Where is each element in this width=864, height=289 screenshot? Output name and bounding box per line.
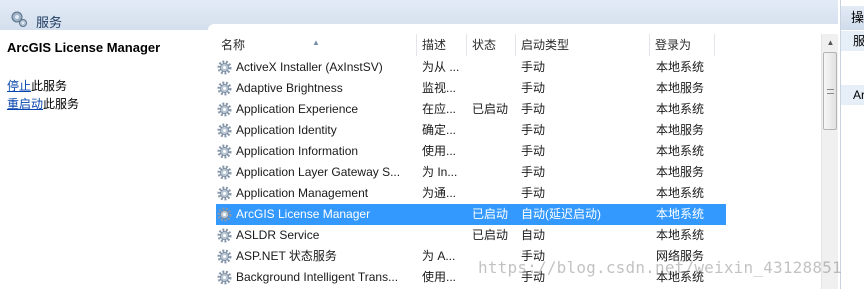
left-description-pane <box>0 30 208 289</box>
service-status-cell: 已启动 <box>472 207 509 221</box>
stop-service-link[interactable]: 停止 <box>7 79 31 93</box>
watermark-url: https://blog.csdn.net/weixin_43128851 <box>478 258 842 277</box>
service-description-cell: 使用... <box>422 270 457 284</box>
gear-icon <box>217 270 232 285</box>
scrollbar-grip-icon <box>827 89 834 94</box>
service-logon-cell: 本地系统 <box>656 60 705 74</box>
column-header-name[interactable]: 名称 ▲ <box>216 34 417 56</box>
service-name-cell: ActiveX Installer (AxInstSV) <box>236 60 383 74</box>
service-logon-cell: 本地系统 <box>656 207 705 221</box>
service-startup-type-cell: 手动 <box>521 102 546 116</box>
service-startup-type-cell: 手动 <box>521 186 546 200</box>
service-status-cell: 已启动 <box>472 102 509 116</box>
scroll-up-arrow-icon[interactable]: ▲ <box>822 34 839 51</box>
service-name-cell: ASP.NET 状态服务 <box>236 249 337 263</box>
service-description-cell: 为 In... <box>422 165 458 179</box>
table-row-selected[interactable]: ArcGIS License Manager 已启动 自动(延迟启动) 本地系统 <box>216 204 726 225</box>
service-logon-cell: 本地系统 <box>656 228 705 242</box>
service-description-cell <box>422 204 466 225</box>
table-row[interactable]: Application Layer Gateway S... 为 In... 手动 本… <box>216 162 726 183</box>
table-row[interactable]: ASLDR Service 已启动 自动 本地系统 <box>216 225 726 246</box>
service-logon-cell: 本地服务 <box>656 123 705 137</box>
service-startup-type-cell: 手动 <box>521 144 546 158</box>
service-status-cell: 已启动 <box>472 228 509 242</box>
service-description-cell: 监视... <box>422 81 457 95</box>
gear-icon <box>217 102 232 117</box>
gear-icon <box>217 186 232 201</box>
column-header-status[interactable]: 状态 <box>467 34 516 56</box>
gear-icon <box>217 165 232 180</box>
scrollbar-thumb[interactable] <box>823 52 837 130</box>
service-description-cell: 为通... <box>422 186 457 200</box>
column-header-logon-as[interactable]: 登录为 <box>650 34 715 56</box>
column-header-startup-type[interactable]: 启动类型 <box>516 34 650 56</box>
service-status-cell <box>472 141 516 162</box>
table-row[interactable]: Application Information 使用... 手动 本地系统 <box>216 141 726 162</box>
gear-icon <box>217 123 232 138</box>
gear-icon <box>217 207 232 222</box>
actions-pane: 操 服 Ar <box>840 0 864 289</box>
service-status-cell <box>472 78 516 99</box>
services-list-pane: 名称 ▲ 描述 状态 启动类型 登录为 ActiveX Installer (A… <box>208 24 840 289</box>
service-name-cell: Application Identity <box>236 123 337 137</box>
table-row[interactable]: Adaptive Brightness 监视... 手动 本地服务 <box>216 78 726 99</box>
column-header-description[interactable]: 描述 <box>417 34 467 56</box>
column-header-name-label: 名称 <box>221 38 246 52</box>
service-logon-cell: 本地服务 <box>656 81 705 95</box>
service-name-cell: Application Information <box>236 144 359 158</box>
stop-service-action: 停止此服务 <box>7 77 67 94</box>
service-status-cell <box>472 57 516 78</box>
service-status-cell <box>472 120 516 141</box>
service-name-cell: Application Management <box>236 186 369 200</box>
table-row[interactable]: ActiveX Installer (AxInstSV) 为从 ... 手动 本地系统 <box>216 57 726 78</box>
service-startup-type-cell: 手动 <box>521 123 546 137</box>
service-logon-cell: 本地系统 <box>656 102 705 116</box>
stop-service-suffix: 此服务 <box>31 79 68 93</box>
actions-section-arcgis[interactable]: Ar <box>841 85 864 105</box>
table-row[interactable]: Application Identity 确定... 手动 本地服务 <box>216 120 726 141</box>
service-logon-cell: 本地系统 <box>656 144 705 158</box>
actions-pane-title: 操 <box>841 6 864 30</box>
table-row[interactable]: Application Experience 在应... 已启动 手动 本地系统 <box>216 99 726 120</box>
service-name-cell: Adaptive Brightness <box>236 81 343 95</box>
service-status-cell <box>472 183 516 204</box>
service-description-cell: 使用... <box>422 144 457 158</box>
service-name-cell: Application Experience <box>236 102 359 116</box>
gear-icon <box>217 249 232 264</box>
service-name-cell: Background Intelligent Trans... <box>236 270 399 284</box>
service-description-cell: 确定... <box>422 123 457 137</box>
service-description-cell <box>422 225 466 246</box>
restart-service-action: 重启动此服务 <box>7 95 79 112</box>
service-description-cell: 为 A... <box>422 249 456 263</box>
service-startup-type-cell: 自动(延迟启动) <box>521 207 601 221</box>
actions-section-services[interactable]: 服 <box>841 31 864 51</box>
service-status-cell <box>472 162 516 183</box>
service-startup-type-cell: 手动 <box>521 81 546 95</box>
service-logon-cell: 本地系统 <box>656 186 705 200</box>
service-logon-cell: 本地服务 <box>656 165 705 179</box>
sort-ascending-icon: ▲ <box>312 38 320 47</box>
service-name-cell: ASLDR Service <box>236 228 320 242</box>
gear-icon <box>217 81 232 96</box>
vertical-scrollbar[interactable]: ▲ <box>821 34 838 289</box>
restart-service-link[interactable]: 重启动 <box>7 97 43 111</box>
gear-icon <box>217 60 232 75</box>
service-name-cell: ArcGIS License Manager <box>236 207 371 221</box>
service-startup-type-cell: 自动 <box>521 228 546 242</box>
restart-service-suffix: 此服务 <box>43 97 80 111</box>
services-icon <box>11 11 27 27</box>
gear-icon <box>217 228 232 243</box>
table-row[interactable]: Application Management 为通... 手动 本地系统 <box>216 183 726 204</box>
service-startup-type-cell: 手动 <box>521 165 546 179</box>
service-description-cell: 在应... <box>422 102 457 116</box>
window-title: 服务 <box>36 15 63 30</box>
service-startup-type-cell: 手动 <box>521 60 546 74</box>
service-description-cell: 为从 ... <box>422 60 460 74</box>
service-name-cell: Application Layer Gateway S... <box>236 165 401 179</box>
column-header-row: 名称 ▲ 描述 状态 启动类型 登录为 <box>216 34 816 56</box>
selected-service-name: ArcGIS License Manager <box>7 40 161 55</box>
gear-icon <box>217 144 232 159</box>
